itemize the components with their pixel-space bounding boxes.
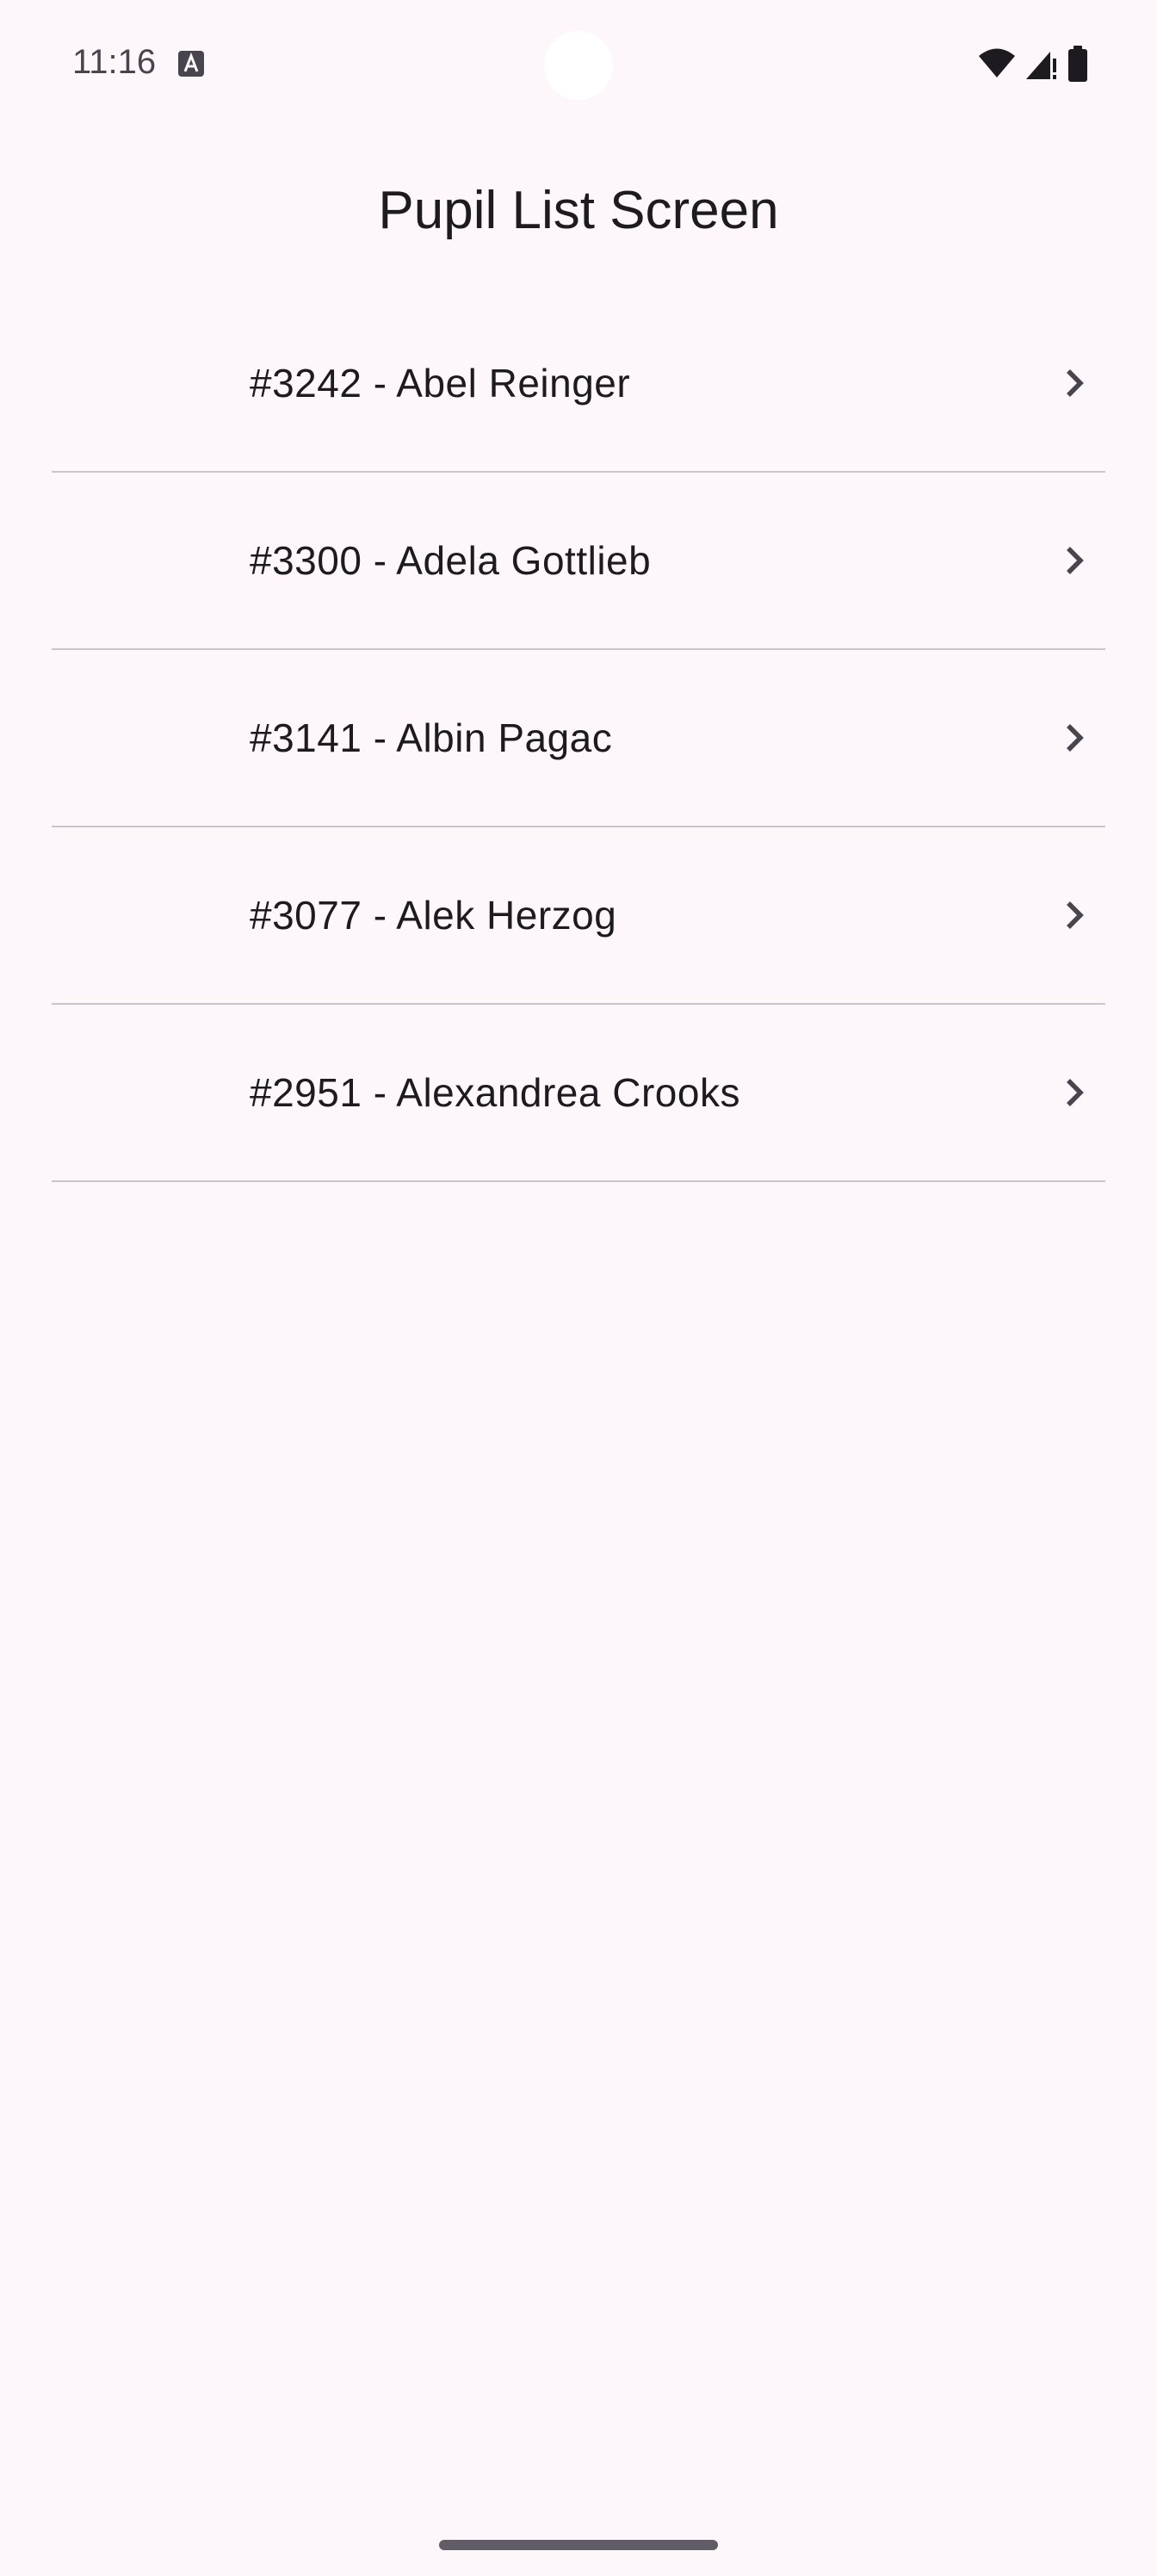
status-icons [978,45,1088,83]
cellular-signal-icon [1024,46,1059,81]
home-indicator[interactable] [439,2540,718,2550]
pupil-label: #2951 - Alexandrea Crooks [250,1070,740,1115]
chevron-right-icon [1054,540,1095,581]
page-title: Pupil List Screen [378,181,779,240]
pupil-label: #3141 - Albin Pagac [250,715,613,760]
status-time: 11:16 [72,43,157,81]
wifi-icon [978,48,1016,79]
camera-cutout [544,31,613,100]
pupil-list-item[interactable]: #3300 - Adela Gottlieb [52,473,1105,650]
a-notification-icon [177,50,205,77]
pupil-list-item[interactable]: #3141 - Albin Pagac [52,650,1105,827]
pupil-label: #3300 - Adela Gottlieb [250,538,652,583]
pupil-list: #3242 - Abel Reinger #3300 - Adela Gottl… [52,295,1105,1182]
pupil-label: #3077 - Alek Herzog [250,893,617,938]
pupil-list-item[interactable]: #3077 - Alek Herzog [52,827,1105,1005]
pupil-list-item[interactable]: #3242 - Abel Reinger [52,295,1105,473]
chevron-right-icon [1054,895,1095,936]
pupil-label: #3242 - Abel Reinger [250,361,631,406]
chevron-right-icon [1054,362,1095,404]
battery-icon [1067,46,1088,82]
pupil-list-item[interactable]: #2951 - Alexandrea Crooks [52,1005,1105,1182]
chevron-right-icon [1054,1072,1095,1113]
status-bar: 11:16 [0,0,1157,129]
chevron-right-icon [1054,717,1095,759]
